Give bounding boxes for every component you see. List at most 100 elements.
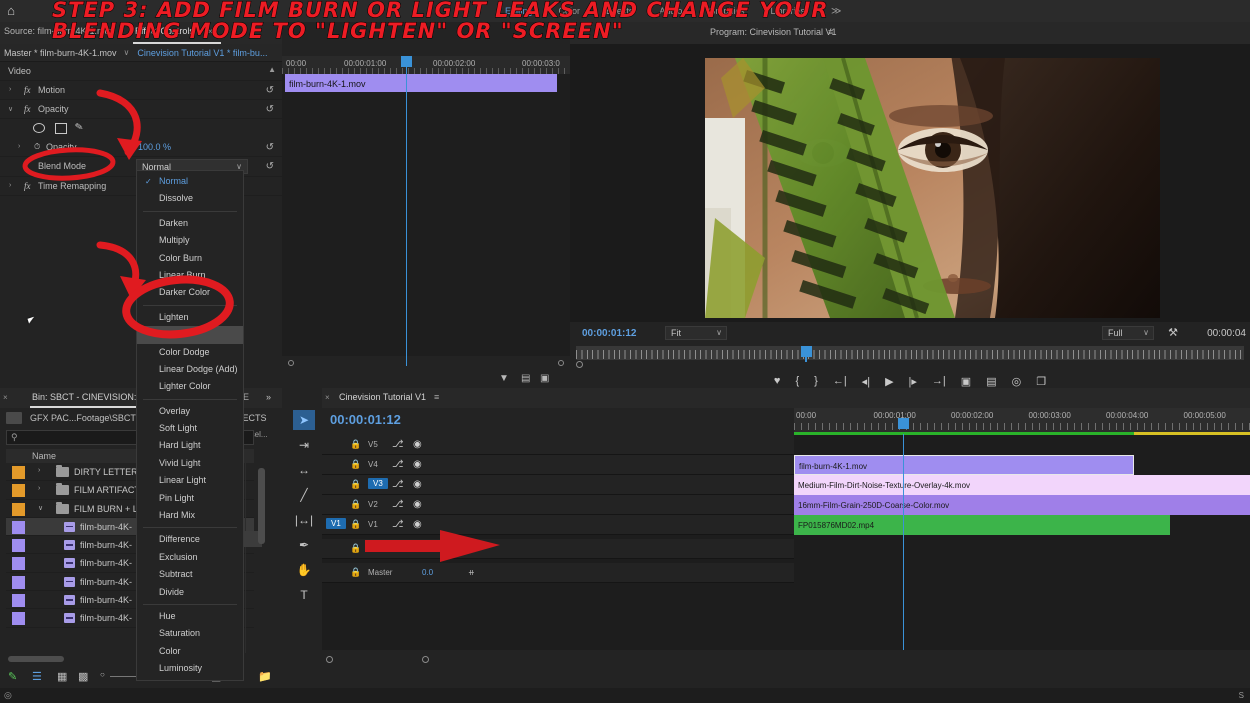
track-name-label[interactable]: V1: [368, 520, 378, 529]
blend-mode-item-linear-burn[interactable]: Linear Burn: [137, 267, 243, 284]
extract-button[interactable]: ▤: [986, 375, 996, 388]
effect-controls-playhead[interactable]: [406, 56, 407, 366]
timeline-ruler[interactable]: 00:00 00:00:01:00 00:00:02:00 00:00:03:00 00…: [794, 408, 1250, 434]
lock-icon[interactable]: 🔒: [350, 439, 361, 450]
track-header-v1[interactable]: V1 🔒 V1 ⎇ ◉: [322, 515, 794, 535]
panel-menu-icon[interactable]: ≡: [434, 392, 439, 402]
blend-mode-item-darken[interactable]: Darken: [137, 215, 243, 232]
blend-mode-item-difference[interactable]: Difference: [137, 531, 243, 548]
blend-mode-item-multiply[interactable]: Multiply: [137, 232, 243, 249]
hand-tool[interactable]: ✋: [293, 560, 315, 580]
go-to-out-button[interactable]: →|: [932, 375, 946, 387]
lock-icon[interactable]: 🔒: [350, 543, 361, 554]
chevron-right-icon[interactable]: ›: [9, 182, 11, 189]
opacity-row[interactable]: ∨ fx Opacity ↺: [0, 100, 282, 119]
sync-lock-icon[interactable]: ⎇: [392, 459, 404, 470]
zoom-level-select[interactable]: Fit ∨: [665, 326, 727, 340]
filter-icon[interactable]: ▼: [499, 373, 509, 384]
settings-wrench-icon[interactable]: ⚒: [1168, 326, 1178, 339]
track-header-v4[interactable]: 🔒 V4 ⎇ ◉: [322, 455, 794, 475]
play-stop-button[interactable]: ▶: [885, 375, 893, 388]
program-monitor-video[interactable]: [705, 58, 1160, 318]
blend-mode-item-color-dodge[interactable]: Color Dodge: [137, 344, 243, 361]
blend-mode-item-vivid-light[interactable]: Vivid Light: [137, 455, 243, 472]
track-name-label[interactable]: V3: [368, 478, 388, 489]
timeline-sequence-title[interactable]: Cinevision Tutorial V1: [339, 392, 426, 402]
step-forward-button[interactable]: |▸: [909, 375, 917, 388]
microphone-icon[interactable]: Ἲ4: [450, 543, 460, 553]
program-monitor-title[interactable]: Program: Cinevision Tutorial V1: [710, 27, 837, 37]
ripple-edit-tool[interactable]: ↔: [293, 460, 315, 480]
motion-row[interactable]: › fx Motion ↺: [0, 81, 282, 100]
eye-icon[interactable]: ◉: [413, 459, 422, 470]
reset-icon[interactable]: ↺: [266, 142, 274, 153]
list-view-icon[interactable]: ☰: [32, 670, 42, 683]
zoom-handle-left[interactable]: [288, 360, 294, 366]
blend-mode-item-pin-light[interactable]: Pin Light: [137, 490, 243, 507]
opacity-value-row[interactable]: › ⏱ Opacity 100.0 % ↺: [0, 138, 282, 157]
lock-icon[interactable]: 🔒: [350, 567, 361, 578]
reset-icon[interactable]: ↺: [266, 85, 274, 96]
expand-tabs-icon[interactable]: »: [266, 392, 271, 402]
workspace-more-icon[interactable]: ≫: [831, 6, 841, 17]
blend-mode-item-overlay[interactable]: Overlay: [137, 403, 243, 420]
eye-icon[interactable]: ◉: [413, 479, 422, 490]
effect-controls-mini-timeline[interactable]: 00:00 00:00:01:00 00:00:02:00 00:00:03:0…: [282, 56, 570, 370]
effect-controls-ruler[interactable]: 00:00 00:00:01:00 00:00:02:00 00:00:03:0: [282, 56, 570, 74]
sync-lock-icon[interactable]: ⎇: [392, 479, 404, 490]
blend-mode-item-luminosity[interactable]: Luminosity: [137, 660, 243, 677]
effect-controls-playhead-handle[interactable]: [401, 56, 412, 67]
master-volume-value[interactable]: 0.0: [422, 568, 433, 577]
blend-mode-item-color-burn[interactable]: Color Burn: [137, 250, 243, 267]
blend-mode-item-screen[interactable]: Screen: [137, 326, 243, 344]
bin-horizontal-scrollbar[interactable]: [8, 656, 64, 662]
expand-chevron-icon[interactable]: ›: [38, 467, 40, 474]
lift-button[interactable]: ▣: [961, 375, 971, 388]
reset-icon[interactable]: ↺: [266, 161, 274, 172]
track-header-a1[interactable]: 🔒 A1 ⎇ M S Ἲ4: [322, 539, 794, 559]
ellipse-mask-icon[interactable]: [33, 123, 45, 133]
step-back-button[interactable]: ◂|: [862, 375, 870, 388]
blend-mode-item-hard-mix[interactable]: Hard Mix: [137, 507, 243, 524]
chevron-right-icon[interactable]: ›: [18, 143, 20, 150]
timeline-clip[interactable]: film-burn-4K-1.mov: [794, 455, 1134, 475]
blend-mode-item-hard-light[interactable]: Hard Light: [137, 437, 243, 454]
track-name-label[interactable]: V2: [368, 500, 378, 509]
expand-chevron-icon[interactable]: ∨: [38, 504, 43, 512]
solo-button[interactable]: S: [434, 544, 439, 553]
program-playhead[interactable]: [801, 346, 812, 362]
track-target-badge[interactable]: V1: [326, 518, 346, 529]
home-icon[interactable]: ⌂: [3, 3, 19, 19]
export-frame-button[interactable]: ◎: [1012, 375, 1022, 388]
timeline-clip[interactable]: 16mm-Film-Grain-250D-Coarse-Color.mov: [794, 495, 1250, 515]
timeline-clip[interactable]: FP015876MD02.mp4: [794, 515, 1170, 535]
collapse-icon[interactable]: ▲: [268, 65, 276, 74]
mini-timeline-clip[interactable]: film-burn-4K-1.mov: [285, 74, 557, 92]
blend-mode-item-soft-light[interactable]: Soft Light: [137, 420, 243, 437]
type-tool[interactable]: T: [293, 585, 315, 605]
add-marker-button[interactable]: ♥: [774, 375, 781, 387]
blend-mode-item-normal[interactable]: ✓ Normal: [137, 173, 243, 190]
blend-mode-item-darker-color[interactable]: Darker Color: [137, 284, 243, 301]
zoom-slider-handle[interactable]: ○: [100, 670, 105, 679]
blend-mode-item-saturation[interactable]: Saturation: [137, 625, 243, 642]
slip-tool[interactable]: |↔|: [293, 510, 315, 530]
blend-mode-item-divide[interactable]: Divide: [137, 584, 243, 601]
blend-mode-item-lighter-color[interactable]: Lighter Color: [137, 378, 243, 395]
timeline-clip[interactable]: Medium-Film-Dirt-Noise-Texture-Overlay-4…: [794, 475, 1250, 495]
pen-mask-icon[interactable]: ✎: [74, 121, 84, 133]
pen-icon[interactable]: ✎: [8, 670, 17, 683]
lock-icon[interactable]: 🔒: [350, 499, 361, 510]
parent-bin-icon[interactable]: [6, 412, 22, 424]
timeline-zoom-handle-right[interactable]: [422, 656, 429, 663]
expand-master-icon[interactable]: ⧺: [468, 568, 475, 577]
bin-vertical-scrollbar[interactable]: [258, 468, 265, 544]
close-icon[interactable]: ×: [3, 393, 8, 402]
button-editor-button[interactable]: ❐: [1036, 375, 1046, 388]
panel-menu-icon[interactable]: ≡: [828, 27, 833, 37]
track-name-label[interactable]: A1: [368, 544, 378, 553]
timeline-timecode[interactable]: 00:00:01:12: [330, 412, 401, 427]
mark-out-button[interactable]: }: [814, 375, 818, 387]
blend-mode-item-hue[interactable]: Hue: [137, 608, 243, 625]
blend-mode-item-lighten[interactable]: Lighten: [137, 309, 243, 326]
